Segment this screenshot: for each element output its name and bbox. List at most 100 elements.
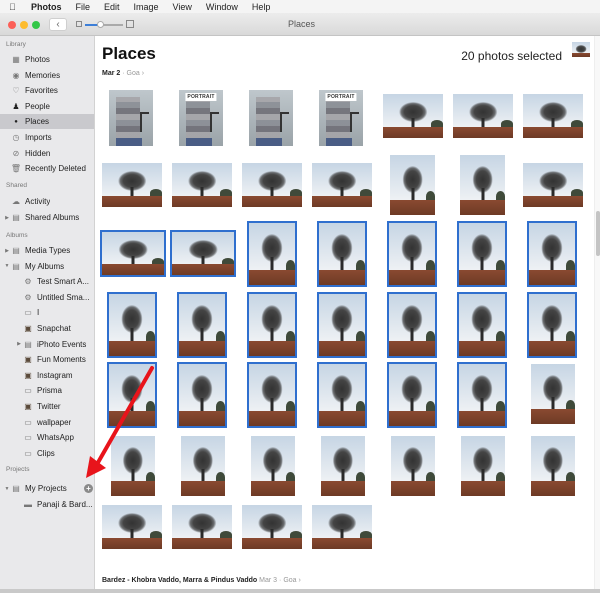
sidebar-item-hidden[interactable]: ⊘ Hidden (0, 146, 94, 161)
sidebar-item-imports[interactable]: ◷ Imports (0, 130, 94, 145)
photo-thumbnail[interactable] (387, 362, 437, 428)
photo-thumbnail[interactable] (460, 155, 505, 215)
photo-thumbnail[interactable] (523, 163, 583, 207)
photo-thumbnail[interactable] (457, 221, 507, 287)
photo-thumbnail[interactable] (100, 230, 166, 277)
apple-menu-icon[interactable]:  (9, 2, 23, 12)
close-window-button[interactable] (8, 21, 16, 29)
sidebar-item-shared-albums[interactable]: ▶ ▤ Shared Albums (0, 210, 94, 225)
photo-thumbnail[interactable] (317, 221, 367, 287)
photo-thumbnail[interactable] (390, 155, 435, 215)
photo-thumbnail[interactable] (247, 292, 297, 358)
photo-thumbnail[interactable] (527, 221, 577, 287)
sidebar-item-wallpaper[interactable]: ▭ wallpaper (0, 415, 94, 430)
sidebar-item-people[interactable]: ♟ People (0, 99, 94, 114)
photo-thumbnail[interactable] (523, 94, 583, 138)
photo-thumbnail[interactable] (457, 362, 507, 428)
sidebar-item-places[interactable]: ● Places (0, 114, 94, 130)
photo-thumbnail[interactable] (317, 292, 367, 358)
thumbnail-size-slider[interactable] (76, 20, 134, 29)
zoom-window-button[interactable] (32, 21, 40, 29)
sidebar-item-recently-deleted[interactable]: 🗑 Recently Deleted (0, 161, 94, 176)
sidebar-item-untitled-sma[interactable]: ⚙ Untitled Sma... (0, 290, 94, 305)
sidebar-item-media-types[interactable]: ▶ ▤ Media Types (0, 243, 94, 258)
photo-thumbnail[interactable]: PORTRAIT (319, 90, 363, 146)
sidebar-item-activity[interactable]: ☁ Activity (0, 194, 94, 209)
photo-thumbnail[interactable] (312, 505, 372, 549)
moment-place[interactable]: Goa (283, 577, 296, 584)
moment-header-mar2[interactable]: Mar 2 · Goa › (102, 70, 144, 77)
photo-thumbnail[interactable] (527, 292, 577, 358)
minimize-window-button[interactable] (20, 21, 28, 29)
photo-thumbnail[interactable] (453, 94, 513, 138)
moment-header-bardez[interactable]: Bardez - Khobra Vaddo, Marra & Pindus Va… (102, 577, 301, 584)
sidebar-item-memories[interactable]: ◉ Memories (0, 68, 94, 83)
photo-thumbnail[interactable] (531, 436, 575, 496)
disclosure-expanded-icon[interactable]: ▼ (3, 263, 11, 269)
sidebar-item-iphoto-events[interactable]: ▶ ▤ iPhoto Events (0, 337, 94, 352)
photo-thumbnail[interactable] (177, 292, 227, 358)
menu-edit[interactable]: Edit (104, 2, 120, 12)
photo-thumbnail[interactable] (383, 94, 443, 138)
menu-app-name[interactable]: Photos (31, 2, 62, 12)
sidebar-item-fun-moments[interactable]: ▣ Fun Moments (0, 352, 94, 367)
photo-thumbnail[interactable] (107, 362, 157, 428)
sidebar-item-instagram[interactable]: ▣ Instagram (0, 368, 94, 383)
menu-view[interactable]: View (173, 2, 192, 12)
photo-thumbnail[interactable] (172, 163, 232, 207)
sidebar-item-twitter[interactable]: ▣ Twitter (0, 399, 94, 414)
photo-thumbnail[interactable] (111, 436, 155, 496)
disclosure-collapsed-icon[interactable]: ▶ (15, 341, 23, 347)
scrollbar-thumb[interactable] (596, 211, 600, 256)
photo-thumbnail[interactable] (531, 364, 575, 424)
menu-image[interactable]: Image (134, 2, 159, 12)
photo-thumbnail[interactable] (181, 436, 225, 496)
moment-place[interactable]: Goa (127, 70, 140, 77)
menu-file[interactable]: File (76, 2, 91, 12)
photo-thumbnail[interactable] (391, 436, 435, 496)
slider-knob[interactable] (97, 21, 105, 28)
photo-thumbnail[interactable] (457, 292, 507, 358)
photo-thumbnail[interactable] (109, 90, 153, 146)
photo-thumbnail[interactable] (172, 505, 232, 549)
sidebar-item-my-albums[interactable]: ▼ ▤ My Albums (0, 259, 94, 274)
photo-thumbnail[interactable] (251, 436, 295, 496)
disclosure-collapsed-icon[interactable]: ▶ (3, 215, 11, 221)
photo-thumbnail[interactable] (387, 221, 437, 287)
disclosure-expanded-icon[interactable]: ▼ (3, 486, 11, 492)
menu-help[interactable]: Help (252, 2, 271, 12)
selection-preview-thumbnail[interactable] (572, 42, 590, 57)
sidebar-item-test-smart-a[interactable]: ⚙ Test Smart A... (0, 274, 94, 289)
photo-thumbnail[interactable] (249, 90, 293, 146)
sidebar-item-prisma[interactable]: ▭ Prisma (0, 383, 94, 398)
sidebar-item-snapchat[interactable]: ▣ Snapchat (0, 321, 94, 336)
photo-thumbnail[interactable] (387, 292, 437, 358)
photo-thumbnail[interactable] (102, 163, 162, 207)
photo-thumbnail[interactable] (461, 436, 505, 496)
back-button[interactable]: ‹ (49, 18, 67, 31)
photo-thumbnail[interactable] (107, 292, 157, 358)
add-project-button[interactable]: + (84, 484, 93, 493)
photo-thumbnail[interactable] (242, 505, 302, 549)
sidebar-item-i[interactable]: ▭ I (0, 305, 94, 320)
photo-thumbnail[interactable] (312, 163, 372, 207)
photo-thumbnail[interactable] (321, 436, 365, 496)
sidebar-item-clips[interactable]: ▭ Clips (0, 446, 94, 461)
vertical-scrollbar[interactable] (594, 36, 600, 593)
sidebar-item-favorites[interactable]: ♡ Favorites (0, 83, 94, 98)
sidebar-item-panaji-bard[interactable]: ▬ Panaji & Bard... (0, 497, 94, 512)
photo-thumbnail[interactable] (247, 221, 297, 287)
menu-window[interactable]: Window (206, 2, 238, 12)
photo-thumbnail[interactable] (170, 230, 236, 277)
photo-thumbnail[interactable] (102, 505, 162, 549)
photo-thumbnail[interactable] (317, 362, 367, 428)
sidebar-item-my-projects[interactable]: ▼ ▤ My Projects (0, 481, 94, 496)
sidebar-item-whatsapp[interactable]: ▭ WhatsApp (0, 430, 94, 445)
sidebar-item-photos[interactable]: ▦ Photos (0, 52, 94, 67)
photo-ground (319, 269, 365, 285)
photo-thumbnail[interactable] (242, 163, 302, 207)
photo-thumbnail[interactable] (247, 362, 297, 428)
photo-thumbnail[interactable] (177, 362, 227, 428)
photo-thumbnail[interactable]: PORTRAIT (179, 90, 223, 146)
disclosure-collapsed-icon[interactable]: ▶ (3, 248, 11, 254)
